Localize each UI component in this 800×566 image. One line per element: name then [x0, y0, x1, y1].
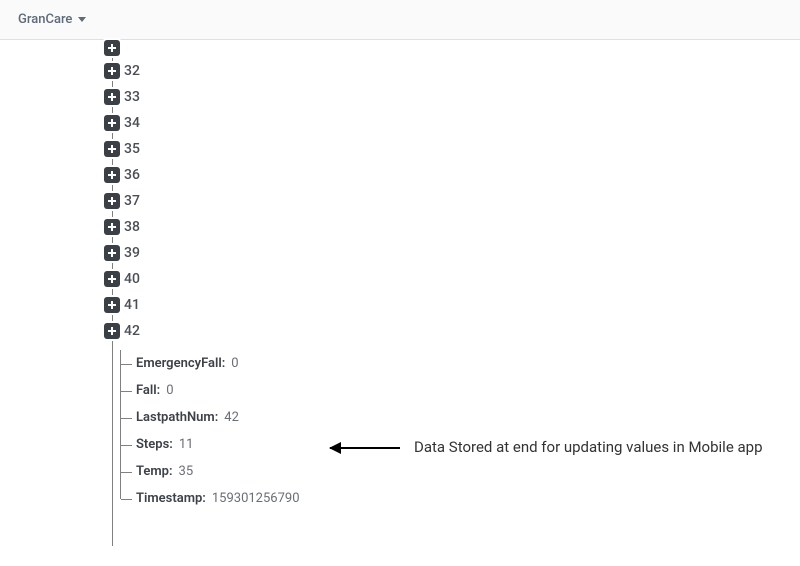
leaf-key: Fall: — [136, 383, 160, 398]
expand-icon[interactable] — [104, 245, 120, 261]
leaf-value: 0 — [166, 383, 173, 398]
leaf-key: EmergencyFall: — [136, 356, 225, 371]
tree-node[interactable]: 35 — [86, 136, 782, 162]
expand-icon[interactable] — [104, 193, 120, 209]
chevron-down-icon — [78, 17, 86, 22]
tree-node[interactable]: 41 — [86, 292, 782, 318]
tree-node[interactable]: 34 — [86, 110, 782, 136]
leaf-tick — [120, 418, 132, 419]
expand-icon[interactable] — [104, 167, 120, 183]
annotation-callout: Data Stored at end for updating values i… — [330, 438, 763, 458]
expand-icon[interactable] — [104, 141, 120, 157]
leaf-key: Temp: — [136, 464, 173, 479]
expand-icon[interactable] — [104, 40, 120, 56]
node-label: 39 — [124, 245, 140, 261]
leaf-value: 159301256790 — [212, 491, 300, 506]
project-selector[interactable]: GranCare — [12, 8, 92, 31]
leaf-value: 11 — [179, 437, 194, 452]
leaf-tick — [120, 445, 132, 446]
leaf-value: 35 — [179, 464, 194, 479]
node-label: 34 — [124, 115, 140, 131]
node-label: 40 — [124, 271, 140, 287]
annotation-text: Data Stored at end for updating values i… — [414, 438, 763, 458]
top-bar: GranCare — [0, 0, 800, 40]
leaf-field[interactable]: LastpathNum: 42 — [100, 404, 782, 431]
leaf-fields-block: EmergencyFall: 0 Fall: 0 LastpathNum: 42… — [100, 350, 782, 512]
tree-node[interactable]: 39 — [86, 240, 782, 266]
tree-node[interactable]: 40 — [86, 266, 782, 292]
tree-node[interactable]: 36 — [86, 162, 782, 188]
tree-node[interactable]: 37 — [86, 188, 782, 214]
leaf-tick — [120, 391, 132, 392]
tree-node[interactable]: 42 — [86, 318, 782, 344]
expand-icon[interactable] — [104, 115, 120, 131]
leaf-value: 0 — [231, 356, 238, 371]
node-label: 33 — [124, 89, 140, 105]
leaf-value: 42 — [224, 410, 239, 425]
node-label: 38 — [124, 219, 140, 235]
leaf-field[interactable]: EmergencyFall: 0 — [100, 350, 782, 377]
project-name-label: GranCare — [18, 12, 72, 27]
node-label: 42 — [124, 323, 140, 339]
leaf-tick — [120, 499, 132, 500]
tree-node[interactable]: 33 — [86, 84, 782, 110]
expand-icon[interactable] — [104, 323, 120, 339]
expand-icon[interactable] — [104, 271, 120, 287]
expand-icon[interactable] — [104, 63, 120, 79]
tree-node-partial — [86, 48, 782, 58]
leaf-field[interactable]: Timestamp: 159301256790 — [100, 485, 782, 512]
arrow-left-icon — [330, 447, 400, 449]
tree-node[interactable]: 32 — [86, 58, 782, 84]
node-label: 32 — [124, 63, 140, 79]
leaf-field[interactable]: Fall: 0 — [100, 377, 782, 404]
database-tree-pane: 32 33 34 35 36 37 38 — [0, 40, 800, 566]
node-label: 41 — [124, 297, 140, 313]
node-label: 37 — [124, 193, 140, 209]
tree-node[interactable]: 38 — [86, 214, 782, 240]
expand-icon[interactable] — [104, 89, 120, 105]
expand-icon[interactable] — [104, 297, 120, 313]
expand-icon[interactable] — [104, 219, 120, 235]
leaf-key: Steps: — [136, 437, 173, 452]
node-label: 35 — [124, 141, 140, 157]
leaf-field[interactable]: Temp: 35 — [100, 458, 782, 485]
node-label: 36 — [124, 167, 140, 183]
leaf-tick — [120, 472, 132, 473]
leaf-key: LastpathNum: — [136, 410, 218, 425]
leaf-key: Timestamp: — [136, 491, 206, 506]
leaf-tick — [120, 364, 132, 365]
